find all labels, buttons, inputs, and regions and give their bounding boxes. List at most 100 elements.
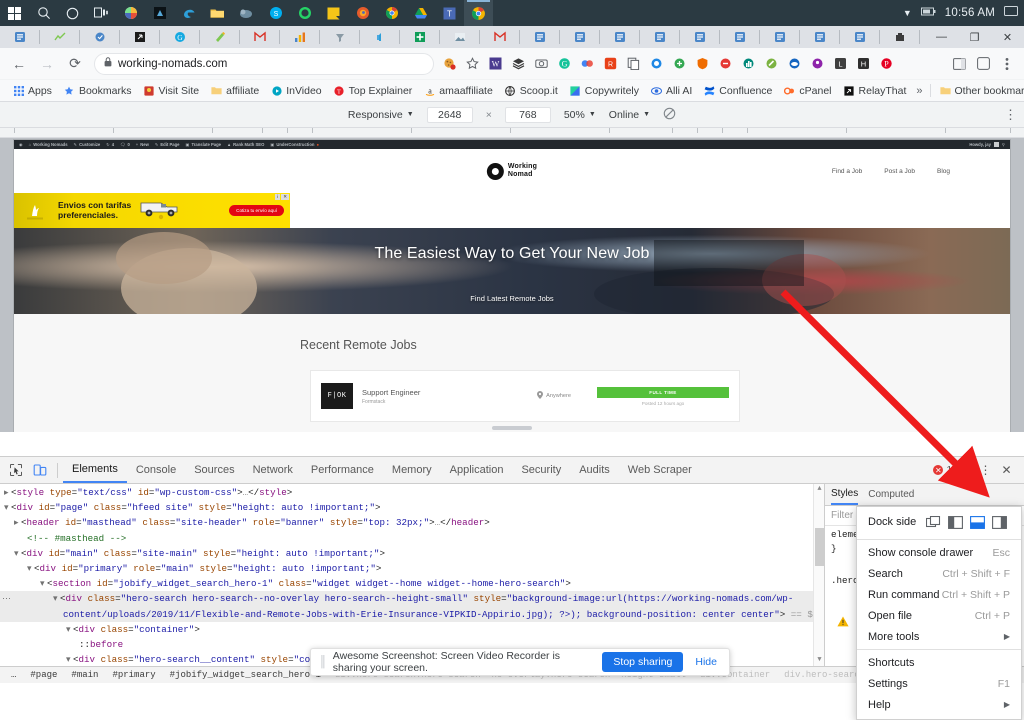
bookmark-alli-ai[interactable]: Alli AI — [645, 85, 698, 97]
shield-icon[interactable] — [691, 53, 713, 75]
bookmark-top-explainer[interactable]: T Top Explainer — [328, 85, 419, 97]
chevron-up-icon[interactable]: ▼ — [903, 8, 912, 18]
devtools-close-icon[interactable]: ✕ — [997, 461, 1016, 480]
breadcrumb-item[interactable]: #jobify_widget_search_hero-1 — [163, 670, 328, 680]
chart-icon[interactable] — [737, 53, 759, 75]
drag-grip-icon[interactable]: ║ — [319, 656, 325, 668]
scroll-down-arrow-icon[interactable]: ▼ — [814, 655, 824, 666]
notes-icon[interactable] — [319, 0, 348, 26]
dom-tree-pane[interactable]: ▸<style type="text/css" id="wp-custom-cs… — [0, 484, 824, 666]
nav-post-a-job[interactable]: Post a Job — [884, 168, 915, 175]
wp-account-area[interactable]: Howdy, jay ⚲ — [969, 142, 1005, 147]
browser-tab[interactable] — [320, 26, 360, 48]
browser-tab[interactable] — [120, 26, 160, 48]
dom-node[interactable]: ▾<div id="main" class="site-main" style=… — [0, 546, 824, 561]
target-icon[interactable] — [645, 53, 667, 75]
dom-tree-scrollbar[interactable]: ▲ ▼ — [813, 484, 824, 666]
viewport-width-input[interactable]: 2648 — [427, 107, 473, 123]
seo-icon[interactable]: R — [599, 53, 621, 75]
bookmarks-overflow-chevron[interactable]: » — [912, 85, 926, 97]
rotate-icon[interactable] — [663, 107, 676, 123]
minimize-button[interactable]: — — [925, 26, 958, 48]
browser-tab[interactable] — [80, 26, 120, 48]
pinterest-icon[interactable]: P — [875, 53, 897, 75]
ad-cta-button[interactable]: Cotiza tu envío aquí — [229, 205, 284, 216]
bookmark-scoopit[interactable]: Scoop.it — [499, 85, 564, 97]
wp-translate-page[interactable]: ▣ Translate Page — [185, 142, 221, 147]
browser-tab[interactable] — [40, 26, 80, 48]
wp-updates[interactable]: ↻ 4 — [106, 142, 114, 147]
tab-computed[interactable]: Computed — [868, 489, 914, 500]
drive-icon[interactable] — [406, 0, 435, 26]
browser-tab[interactable] — [0, 26, 40, 48]
tab-network[interactable]: Network — [244, 457, 302, 483]
chrome-active-icon[interactable] — [464, 0, 493, 26]
dom-node[interactable]: ▾<section id="jobify_widget_search_hero-… — [0, 576, 824, 591]
close-icon[interactable]: ✕ — [281, 194, 289, 200]
undock-icon[interactable] — [922, 511, 944, 533]
tab-sources[interactable]: Sources — [185, 457, 243, 483]
maximize-button[interactable]: ❐ — [958, 26, 991, 48]
menu-item-show-console-drawer[interactable]: Show console drawerEsc — [857, 542, 1021, 563]
menu-item-shortcuts[interactable]: Shortcuts — [857, 652, 1021, 673]
taskbar-clock[interactable]: 10:56 AM — [945, 7, 995, 19]
bookmark-relaythat[interactable]: RelayThat — [838, 85, 913, 97]
scrollbar-thumb[interactable] — [815, 528, 824, 566]
bookmark-confluence[interactable]: Confluence — [698, 85, 778, 97]
browser-tab[interactable] — [280, 26, 320, 48]
bookmark-visit-site[interactable]: Visit Site — [137, 85, 205, 97]
browser-tab[interactable] — [680, 26, 720, 48]
teams-icon[interactable]: T — [435, 0, 464, 26]
inspect-element-icon[interactable] — [4, 458, 28, 482]
copy-icon[interactable] — [622, 53, 644, 75]
headphone-icon[interactable]: H — [852, 53, 874, 75]
device-selector[interactable]: Responsive ▼ — [348, 109, 414, 121]
paint-icon[interactable] — [760, 53, 782, 75]
skype-icon[interactable]: S — [261, 0, 290, 26]
viewport-height-input[interactable]: 768 — [505, 107, 551, 123]
pin-icon[interactable] — [806, 53, 828, 75]
photos-icon[interactable] — [116, 0, 145, 26]
bookmark-other-bookmarks[interactable]: Other bookmarks — [934, 85, 1024, 97]
star-icon[interactable] — [461, 53, 483, 75]
store-icon[interactable] — [145, 0, 174, 26]
ad-close-controls[interactable]: i ✕ — [275, 194, 289, 200]
browser-tab[interactable] — [760, 26, 800, 48]
whatsapp-icon[interactable] — [290, 0, 319, 26]
panel-icon[interactable] — [948, 53, 970, 75]
camera-icon[interactable] — [530, 53, 552, 75]
wp-rank-math-seo[interactable]: ▲ Rank Math SEO — [227, 142, 264, 147]
browser-tab[interactable] — [920, 26, 925, 48]
browser-tab[interactable] — [800, 26, 840, 48]
puzzle-icon[interactable] — [668, 53, 690, 75]
stop-sharing-button[interactable]: Stop sharing — [602, 652, 683, 672]
dom-node-more-icon[interactable]: ⋯ — [2, 591, 11, 606]
wp-new[interactable]: + New — [136, 142, 149, 147]
browser-tab[interactable]: G — [160, 26, 200, 48]
dom-node[interactable]: ▾<div id="primary" role="main" style="he… — [0, 561, 824, 576]
close-window-button[interactable]: ✕ — [991, 26, 1024, 48]
mail-icon[interactable] — [232, 0, 261, 26]
wp-logo-icon[interactable]: ◉ — [19, 142, 23, 147]
browser-tab[interactable] — [640, 26, 680, 48]
battery-icon[interactable] — [921, 7, 936, 19]
browser-tab[interactable] — [480, 26, 520, 48]
task-view-icon[interactable] — [87, 0, 116, 26]
forward-arrow-icon[interactable]: → — [34, 51, 60, 77]
ad-info-icon[interactable]: i — [275, 194, 280, 200]
tab-performance[interactable]: Performance — [302, 457, 383, 483]
site-logo[interactable]: WorkingNomad — [487, 163, 537, 180]
cortana-circle-icon[interactable] — [58, 0, 87, 26]
tab-console[interactable]: Console — [127, 457, 185, 483]
browser-tab[interactable] — [440, 26, 480, 48]
browser-tab[interactable] — [880, 26, 920, 48]
badge-icon[interactable]: L — [829, 53, 851, 75]
menu-item-more-tools[interactable]: More tools ▶ — [857, 626, 1021, 647]
firefox-icon[interactable] — [348, 0, 377, 26]
tab-web-scraper[interactable]: Web Scraper — [619, 457, 701, 483]
dom-node[interactable]: ▸<header id="masthead" class="site-heade… — [0, 515, 824, 530]
profile-avatar-icon[interactable] — [972, 53, 994, 75]
wp-comments[interactable]: 🗨 0 — [120, 142, 130, 148]
ads-icon[interactable] — [576, 53, 598, 75]
viewport-resize-handle[interactable] — [492, 426, 532, 430]
